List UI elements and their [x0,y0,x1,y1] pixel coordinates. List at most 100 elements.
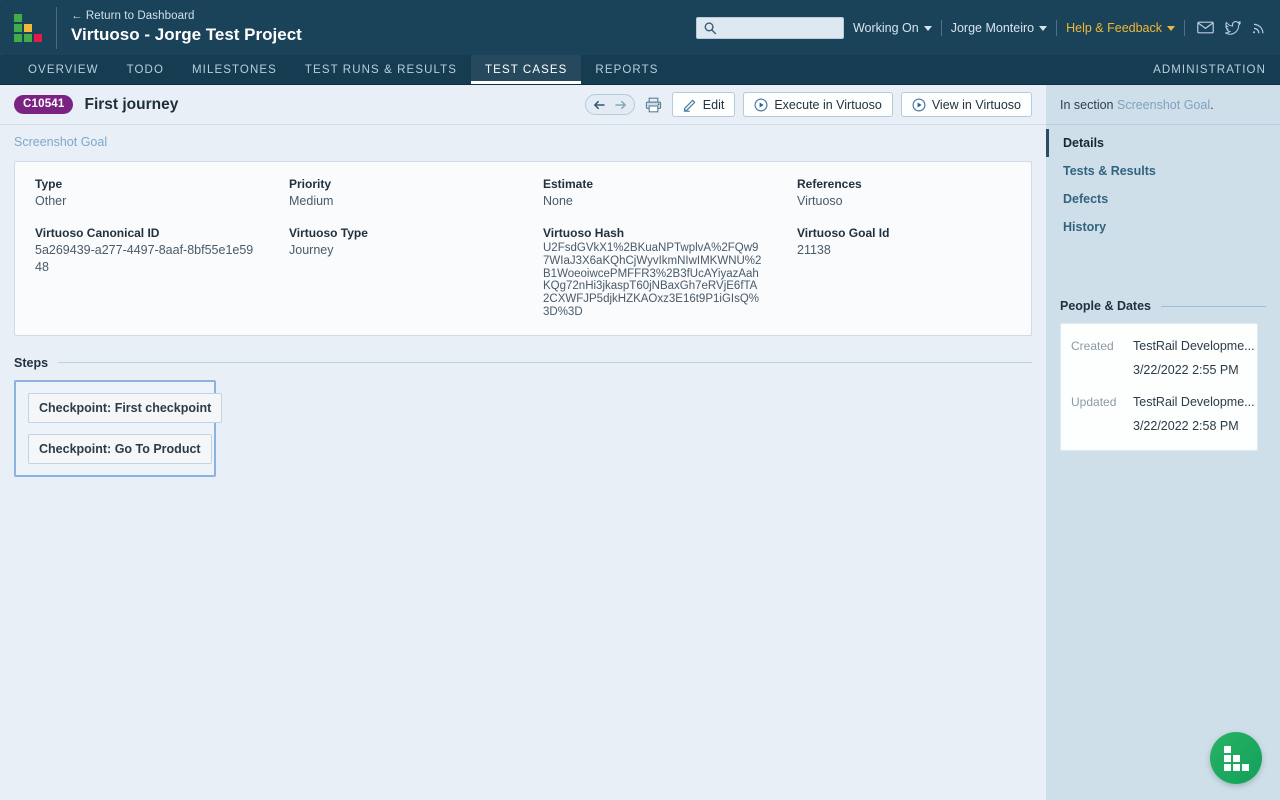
field-label: Type [35,176,255,193]
nav-item-test-cases[interactable]: TEST CASES [471,55,581,84]
details-column-2: Priority Medium Virtuoso Type Journey [269,176,523,319]
return-to-dashboard-link[interactable]: ← Return to Dashboard [71,9,302,23]
prev-next-control[interactable] [585,94,635,115]
case-title: First journey [84,96,178,114]
nav-item-milestones[interactable]: MILESTONES [178,55,291,84]
printer-icon [645,97,662,113]
field-references: References Virtuoso [797,176,1017,210]
field-label: Priority [289,176,509,193]
play-circle-icon [754,98,768,112]
edit-button[interactable]: Edit [672,92,736,117]
field-value: Virtuoso [797,193,1017,210]
chevron-down-icon [1039,26,1047,31]
page-title: Virtuoso - Jorge Test Project [71,24,302,46]
step-item[interactable]: Checkpoint: First checkpoint [28,393,222,423]
field-virtuoso-hash: Virtuoso Hash U2FsdGVkX1%2BKuaNPTwplvA%2… [543,225,763,319]
testrail-grid-logo-icon [14,14,42,42]
field-value: Journey [289,242,509,259]
execute-in-virtuoso-button[interactable]: Execute in Virtuoso [743,92,892,117]
help-feedback-menu[interactable]: Help & Feedback [1057,21,1184,35]
created-user: TestRail Developme... [1133,336,1255,356]
arrow-left-icon [593,99,606,111]
in-section-prefix: In section [1060,98,1117,112]
user-menu-label: Jorge Monteiro [951,21,1034,35]
field-value: Medium [289,193,509,210]
nav-item-overview[interactable]: OVERVIEW [14,55,113,84]
virtuoso-fab-button[interactable] [1210,732,1262,784]
primary-nav: OVERVIEW TODO MILESTONES TEST RUNS & RES… [0,55,1280,85]
section-breadcrumb: Screenshot Goal [0,125,1046,157]
nav-spacer [673,55,1140,84]
sidebar-item-defects[interactable]: Defects [1046,185,1280,213]
details-column-3: Estimate None Virtuoso Hash U2FsdGVkX1%2… [523,176,777,319]
email-link[interactable] [1197,21,1214,34]
arrow-right-icon [614,99,627,111]
app-logo[interactable] [0,0,56,55]
search-icon [703,21,718,36]
updated-row: Updated TestRail Developme... [1061,390,1255,414]
sidebar-item-details[interactable]: Details [1046,129,1280,157]
spacer [1061,382,1255,390]
field-label: Estimate [543,176,763,193]
details-column-1: Type Other Virtuoso Canonical ID 5a26943… [15,176,269,319]
nav-item-reports[interactable]: REPORTS [581,55,672,84]
working-on-label: Working On [853,21,919,35]
sidebar-item-history[interactable]: History [1046,213,1280,241]
people-dates-header: People & Dates [1060,299,1266,313]
nav-item-test-runs-results[interactable]: TEST RUNS & RESULTS [291,55,471,84]
global-search[interactable] [696,17,844,39]
view-in-virtuoso-button[interactable]: View in Virtuoso [901,92,1032,117]
nav-item-administration[interactable]: ADMINISTRATION [1139,55,1280,84]
in-section-suffix: . [1210,98,1213,112]
spacer [1061,416,1133,436]
nav-item-todo[interactable]: TODO [113,55,178,84]
email-icon [1197,21,1214,34]
field-virtuoso-goal-id: Virtuoso Goal Id 21138 [797,225,1017,259]
spacer [1061,360,1133,380]
field-virtuoso-type: Virtuoso Type Journey [289,225,509,259]
print-button[interactable] [643,95,664,115]
main-content: C10541 First journey [0,85,1046,800]
previous-case-button[interactable] [591,97,608,113]
rss-link[interactable] [1252,21,1266,35]
field-value: 21138 [797,242,1017,259]
next-case-button[interactable] [612,97,629,113]
user-menu[interactable]: Jorge Monteiro [942,21,1056,35]
right-sidebar: In section Screenshot Goal. Details Test… [1046,85,1280,800]
field-label: Virtuoso Hash [543,225,763,242]
view-button-label: View in Virtuoso [932,98,1021,112]
field-value: None [543,193,763,210]
field-estimate: Estimate None [543,176,763,210]
steps-label: Steps [14,356,48,370]
edit-button-label: Edit [703,98,725,112]
steps-container[interactable]: Checkpoint: First checkpoint Checkpoint:… [14,380,216,477]
top-header-bar: ← Return to Dashboard Virtuoso - Jorge T… [0,0,1280,55]
details-column-4: References Virtuoso Virtuoso Goal Id 211… [777,176,1031,319]
steps-section-header: Steps [14,356,1032,370]
case-details-card: Type Other Virtuoso Canonical ID 5a26943… [14,161,1032,336]
sidebar-item-tests-results[interactable]: Tests & Results [1046,157,1280,185]
twitter-link[interactable] [1225,21,1241,35]
field-priority: Priority Medium [289,176,509,210]
created-date-row: 3/22/2022 2:55 PM [1061,358,1255,382]
field-label: Virtuoso Goal Id [797,225,1017,242]
step-item[interactable]: Checkpoint: Go To Product [28,434,212,464]
field-type: Type Other [35,176,255,210]
case-id-badge: C10541 [14,95,73,114]
field-value: 5a269439-a277-4497-8aaf-8bf55e1e5948 [35,242,255,276]
field-virtuoso-canonical-id: Virtuoso Canonical ID 5a269439-a277-4497… [35,225,255,276]
updated-label: Updated [1061,392,1133,412]
people-dates-box: Created TestRail Developme... 3/22/2022 … [1060,323,1258,451]
created-label: Created [1061,336,1133,356]
in-section-link[interactable]: Screenshot Goal [1117,98,1210,112]
section-link[interactable]: Screenshot Goal [14,135,107,149]
field-label: Virtuoso Type [289,225,509,242]
created-row: Created TestRail Developme... [1061,334,1255,358]
working-on-menu[interactable]: Working On [844,21,941,35]
case-toolbar-actions: Edit Execute in Virtuoso View in Virtuos… [585,92,1032,117]
twitter-icon [1225,21,1241,35]
header-right-group: Working On Jorge Monteiro Help & Feedbac… [696,0,1280,55]
updated-user: TestRail Developme... [1133,392,1255,412]
testrail-grid-logo-icon [1224,746,1249,771]
search-input[interactable] [697,18,843,38]
